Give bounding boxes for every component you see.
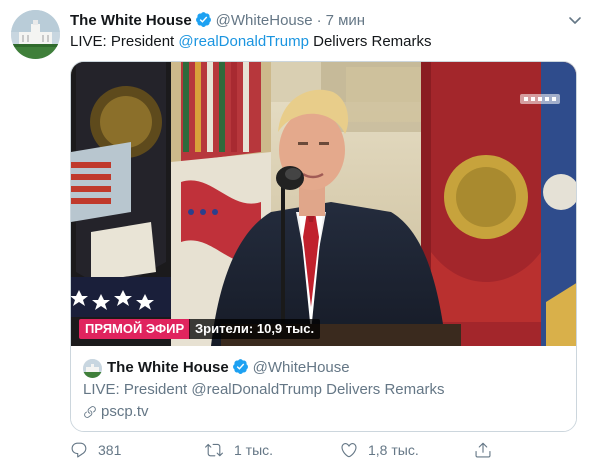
periscope-logo xyxy=(520,92,560,106)
tweet-text: LIVE: President @realDonaldTrump Deliver… xyxy=(70,32,432,52)
tweet-text-prefix: LIVE: President xyxy=(70,33,179,50)
mention-link[interactable]: @realDonaldTrump xyxy=(178,33,309,50)
retweet-count: 1 тыс. xyxy=(234,442,274,458)
card-details[interactable]: The White House @WhiteHouse LIVE: Preside… xyxy=(71,347,576,431)
card-author-handle: @WhiteHouse xyxy=(252,359,350,376)
caret-down-icon[interactable] xyxy=(567,12,583,28)
share-button[interactable] xyxy=(474,440,502,460)
separator-dot: · xyxy=(316,12,322,29)
reply-count: 381 xyxy=(98,442,122,458)
card-header: The White House @WhiteHouse xyxy=(107,358,350,381)
like-count: 1,8 тыс. xyxy=(368,442,419,458)
card-link-text[interactable]: pscp.tv xyxy=(101,403,149,420)
periscope-card[interactable]: ПРЯМОЙ ЭФИР Зрители: 10,9 тыс. The White… xyxy=(70,61,577,432)
like-icon xyxy=(341,443,357,458)
card-link[interactable]: pscp.tv xyxy=(83,402,149,425)
live-badge: ПРЯМОЙ ЭФИР xyxy=(79,319,191,339)
verified-badge-icon xyxy=(232,358,249,381)
video-frame-illustration xyxy=(71,62,576,346)
verified-badge-icon xyxy=(195,11,212,34)
viewer-count: Зрители: 10,9 тыс. xyxy=(189,319,321,339)
tweet-actions: 381 1 тыс. 1,8 тыс. xyxy=(70,440,580,460)
avatar[interactable] xyxy=(11,10,60,59)
reply-icon xyxy=(71,442,87,458)
reply-button[interactable]: 381 xyxy=(70,440,121,460)
live-video[interactable]: ПРЯМОЙ ЭФИР Зрители: 10,9 тыс. xyxy=(71,62,576,346)
share-icon xyxy=(475,442,491,458)
card-avatar xyxy=(83,359,102,378)
author-handle[interactable]: @WhiteHouse xyxy=(216,12,313,29)
retweet-button[interactable]: 1 тыс. xyxy=(204,440,273,460)
tweet-timestamp[interactable]: 7 мин xyxy=(326,12,366,29)
like-button[interactable]: 1,8 тыс. xyxy=(340,440,419,460)
author-name[interactable]: The White House xyxy=(70,12,192,29)
tweet-text-suffix: Delivers Remarks xyxy=(308,33,432,50)
tweet[interactable]: The White House @WhiteHouse · 7 мин LIVE: P… xyxy=(0,0,601,466)
tweet-header: The White House @WhiteHouse · 7 мин xyxy=(70,11,590,31)
retweet-icon xyxy=(205,443,223,457)
card-text: LIVE: President @realDonaldTrump Deliver… xyxy=(83,381,445,398)
link-icon xyxy=(83,405,97,425)
card-author-name: The White House xyxy=(107,359,229,376)
